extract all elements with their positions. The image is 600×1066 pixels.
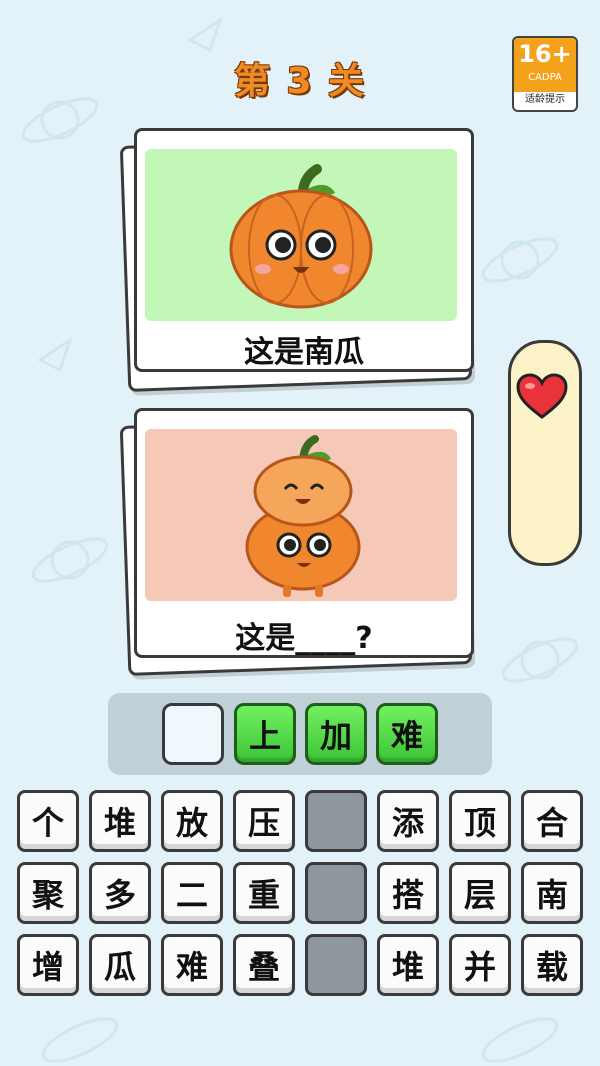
letter-tile[interactable]: 合: [521, 790, 583, 852]
letter-tile[interactable]: 层: [449, 862, 511, 924]
letter-tile[interactable]: 放: [161, 790, 223, 852]
card-caption-1: 这是南瓜: [244, 335, 364, 370]
heart-icon: [516, 373, 568, 419]
card-picture-pumpkin: [145, 149, 457, 321]
answer-slot-4[interactable]: 难: [376, 703, 438, 765]
stacked-pumpkins-image: [245, 435, 361, 597]
letter-tile[interactable]: 顶: [449, 790, 511, 852]
level-title: 第 3 关: [233, 61, 367, 102]
letter-tile[interactable]: 叠: [233, 934, 295, 996]
age-rating: 16+: [518, 40, 572, 68]
card-picture-stacked-pumpkins: [145, 429, 457, 601]
letter-tile[interactable]: 二: [161, 862, 223, 924]
age-rating-badge[interactable]: 16+ CADPA 适龄提示: [512, 36, 578, 112]
letter-tile[interactable]: 聚: [17, 862, 79, 924]
letter-tile[interactable]: 并: [449, 934, 511, 996]
letter-tile[interactable]: 瓜: [89, 934, 151, 996]
letter-tile[interactable]: 载: [521, 934, 583, 996]
answer-slot-3[interactable]: 加: [305, 703, 367, 765]
letter-tile[interactable]: 堆: [377, 934, 439, 996]
used-tile: [305, 934, 367, 996]
letter-tile[interactable]: 个: [17, 790, 79, 852]
letter-tile[interactable]: 压: [233, 790, 295, 852]
letter-tile[interactable]: 南: [521, 862, 583, 924]
used-tile: [305, 790, 367, 852]
letter-tile[interactable]: 多: [89, 862, 151, 924]
example-card: 这是南瓜: [134, 128, 474, 372]
used-tile: [305, 862, 367, 924]
card-caption-2: 这是____?: [235, 621, 373, 656]
heart-panel[interactable]: [508, 340, 582, 566]
rating-organization: CADPA: [528, 72, 562, 83]
age-tip-label: 适龄提示: [525, 94, 565, 105]
letter-tile[interactable]: 难: [161, 934, 223, 996]
answer-slot-1[interactable]: [162, 703, 224, 765]
letter-tile[interactable]: 堆: [89, 790, 151, 852]
letter-tile[interactable]: 添: [377, 790, 439, 852]
letter-tile[interactable]: 增: [17, 934, 79, 996]
question-card: 这是____?: [134, 408, 474, 658]
letter-tile[interactable]: 搭: [377, 862, 439, 924]
pumpkin-image: [229, 164, 373, 309]
answer-slot-2[interactable]: 上: [234, 703, 296, 765]
letter-tile[interactable]: 重: [233, 862, 295, 924]
